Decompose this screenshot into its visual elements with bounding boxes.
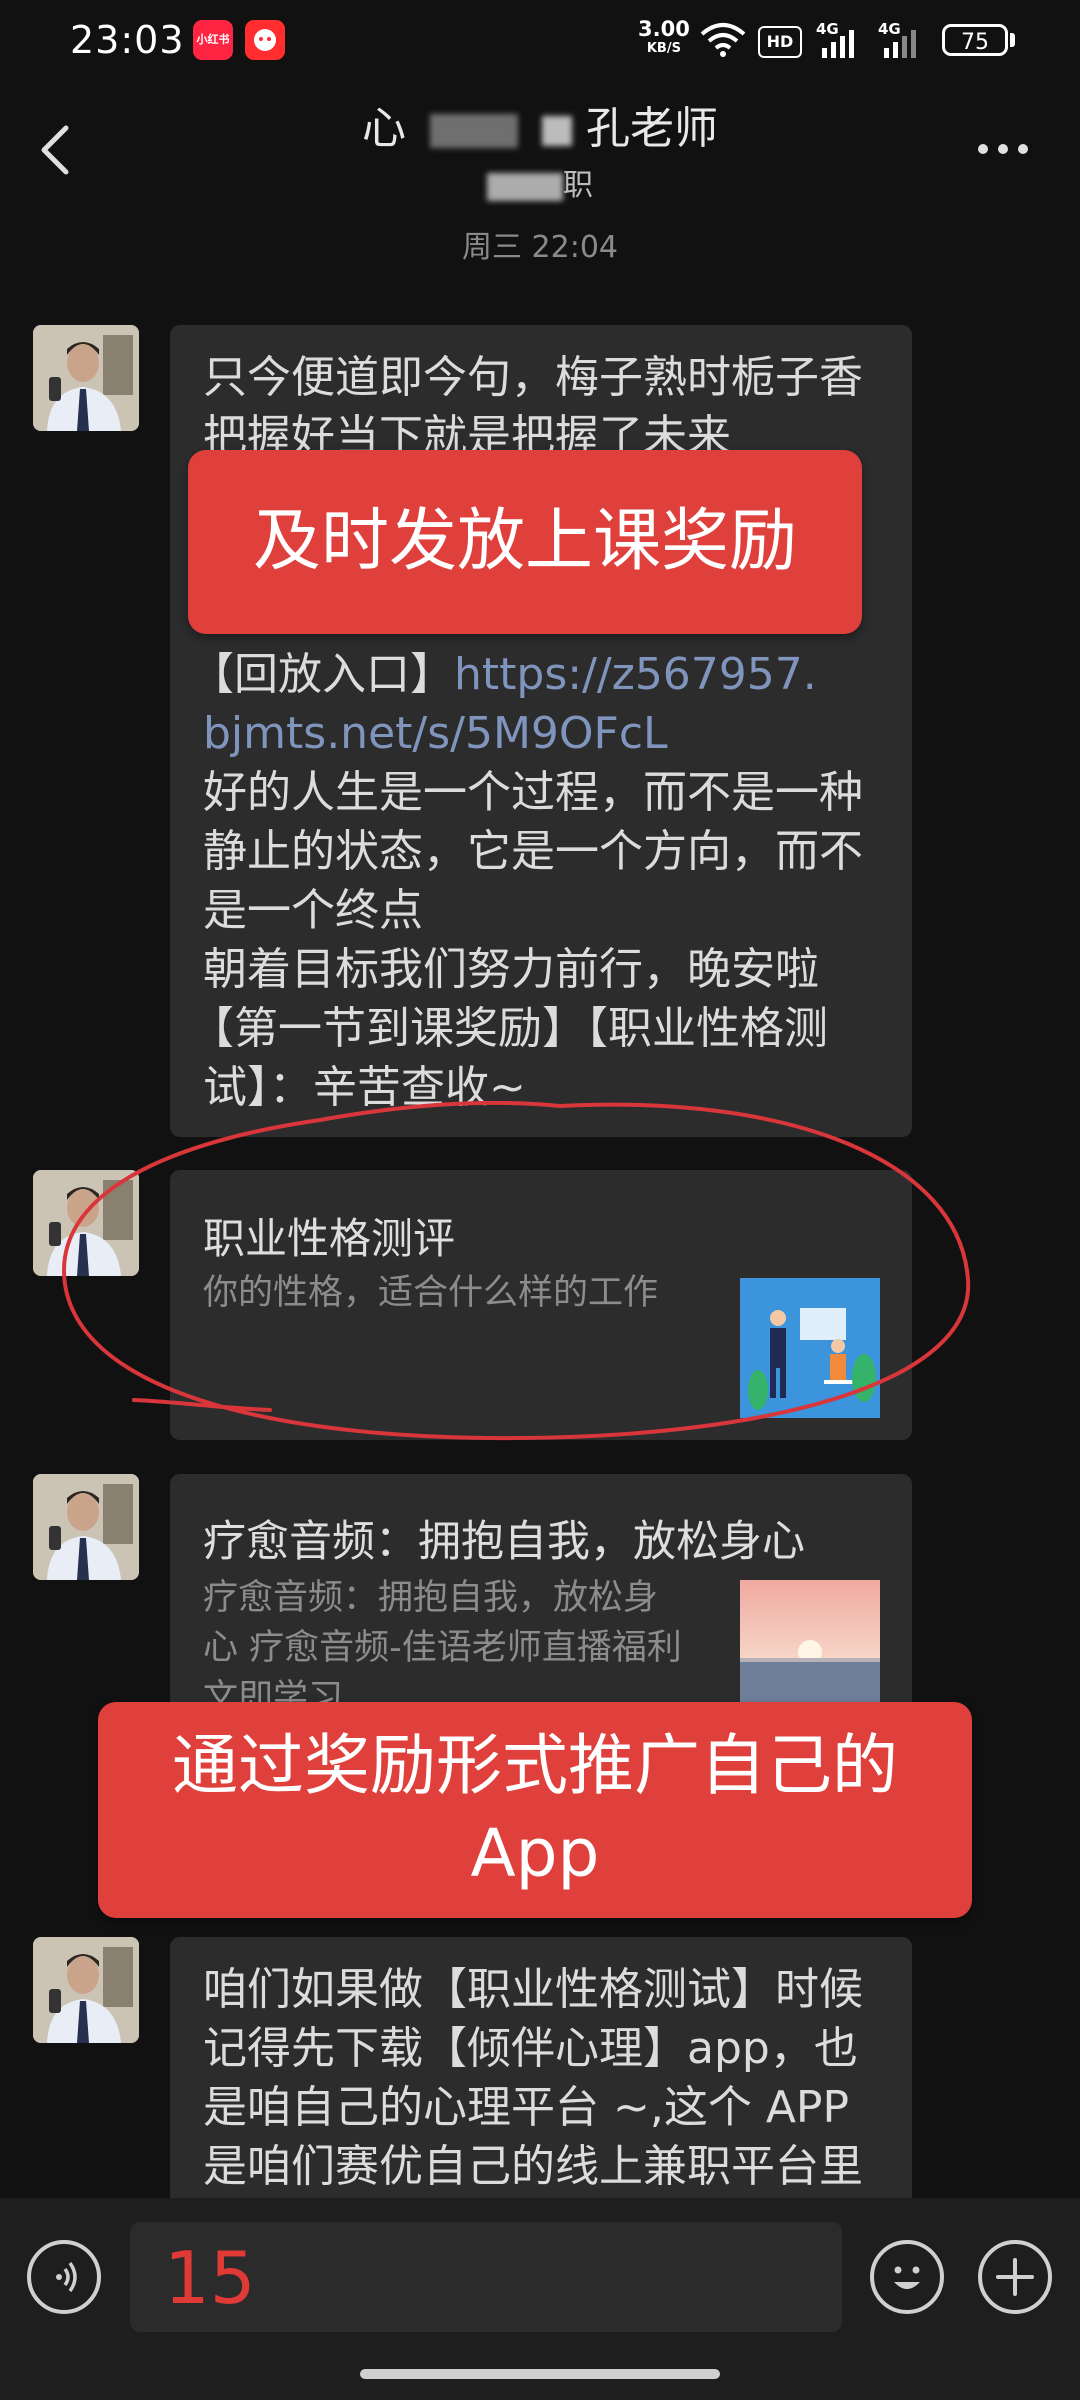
xiaohongshu-app-icon: 小红书 [193,20,233,60]
replay-prefix: 【回放入口】 [190,649,454,700]
chat-subtitle: 职 [0,160,1080,204]
subtitle-redaction [487,172,563,201]
annotation-label: 通过奖励形式推广自己的 App [98,1702,972,1918]
message-text: 好的人生是一个过程，而不是一种 [203,767,863,818]
network-speed-value: 3.00 [638,17,690,41]
avatar[interactable] [33,325,139,431]
replay-link[interactable]: https://z567957. [454,649,817,700]
home-indicator[interactable] [360,2369,720,2379]
message-text: 静止的状态，它是一个方向，而不 [203,826,863,877]
title-redaction-2 [542,116,572,146]
message-text: 【回放入口】https://z567957. [190,645,817,704]
battery-tip [1010,33,1015,47]
card-thumbnail [740,1580,880,1710]
title-left: 心 [362,103,406,154]
title-right: 孔老师 [586,103,718,154]
message-text: 【第一节到课奖励】【职业性格测 [190,1003,828,1054]
signal-icon: 4G [878,20,924,58]
annotation-label: 及时发放上课奖励 [188,450,862,634]
signal-1-label: 4G [816,20,839,38]
message-text: 朝着目标我们努力前行，晚安啦 [203,944,819,995]
chat-title: 心 孔老师 [0,92,1080,156]
more-icon[interactable] [978,144,1032,156]
message-input-text: 15 [164,2236,256,2320]
status-time: 23:03 [70,18,185,62]
notification-app-icon [245,20,285,60]
signal-2-label: 4G [878,20,901,38]
message-timestamp: 周三 22:04 [462,230,618,265]
message-text: 咱们如果做【职业性格测试】时候 [203,1964,863,2015]
avatar[interactable] [33,1937,139,2043]
message-text: 是咱们赛优自己的线上兼职平台里 [203,2141,863,2192]
message-text: 记得先下载【倾伴心理】app，也 [203,2023,858,2074]
annotation-line: App [470,1815,600,1892]
plus-icon[interactable] [978,2240,1052,2314]
voice-icon[interactable] [27,2240,101,2314]
battery-icon: 75 [942,24,1008,56]
card-description: 疗愈音频：拥抱自我，放松身 [203,1578,659,1618]
network-speed-unit: KB/S [646,41,681,56]
signal-icon: 4G [816,20,862,58]
message-text: 是咱自己的心理平台 ~,这个 APP [203,2082,849,2133]
wifi-icon [700,23,746,57]
hd-voice-badge: HD [758,26,802,58]
emoji-icon[interactable] [870,2240,944,2314]
message-text: 把握好当下就是把握了未来 [203,411,731,452]
highlight-circle [62,1100,971,1441]
card-title: 疗愈音频：拥抱自我，放松身心 [203,1517,805,1567]
replay-link[interactable]: bjmts.net/s/5M9OFcL [203,704,668,763]
avatar[interactable] [33,1474,139,1580]
message-text: 只今便道即今句，梅子熟时栀子香 [203,352,863,403]
subtitle-right: 职 [563,168,593,203]
xiaohongshu-badge-text: 小红书 [196,33,230,46]
annotation-line: 通过奖励形式推广自己的 [172,1727,898,1804]
title-redaction [430,114,518,148]
network-speed: 3.00 KB/S [638,17,690,58]
card-description: 心 疗愈音频-佳语老师直播福利 [203,1628,682,1668]
message-text: 是一个终点 [203,885,423,936]
